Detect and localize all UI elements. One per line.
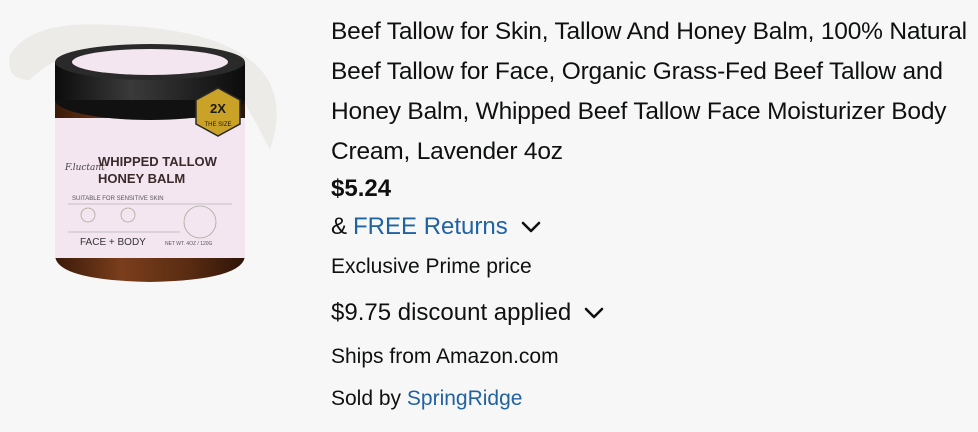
returns-row: & FREE Returns	[331, 210, 971, 244]
chevron-down-icon[interactable]	[583, 306, 605, 320]
seller-link[interactable]: SpringRidge	[407, 387, 523, 410]
free-returns-link[interactable]: FREE Returns	[353, 210, 508, 244]
ships-from-text: Ships from Amazon.com	[331, 345, 559, 368]
discount-text: $9.75 discount applied	[331, 299, 572, 326]
sold-by-row: Sold by SpringRidge	[331, 384, 971, 414]
prime-price-text: Exclusive Prime price	[331, 255, 532, 278]
jar-label-line2: HONEY BALM	[98, 171, 185, 186]
jar-label-bottom-right: NET WT. 4OZ / 120G	[165, 241, 213, 247]
product-price: $5.24	[331, 175, 392, 202]
product-details: Beef Tallow for Skin, Tallow And Honey B…	[331, 12, 971, 414]
discount-row[interactable]: $9.75 discount applied	[331, 296, 971, 330]
size-badge-top: 2X	[210, 101, 226, 116]
sold-by-label: Sold by	[331, 387, 407, 410]
returns-prefix: &	[331, 213, 348, 240]
size-badge-bottom: THE SIZE	[204, 122, 231, 128]
jar-label-line1: WHIPPED TALLOW	[98, 154, 218, 169]
chevron-down-icon[interactable]	[520, 220, 542, 234]
jar-label-bottom-left: FACE + BODY	[80, 237, 146, 248]
product-title[interactable]: Beef Tallow for Skin, Tallow And Honey B…	[331, 12, 971, 172]
jar-label-sub: SUITABLE FOR SENSITIVE SKIN	[72, 196, 164, 202]
product-image[interactable]: F.luctant WHIPPED TALLOW HONEY BALM SUIT…	[0, 0, 300, 300]
